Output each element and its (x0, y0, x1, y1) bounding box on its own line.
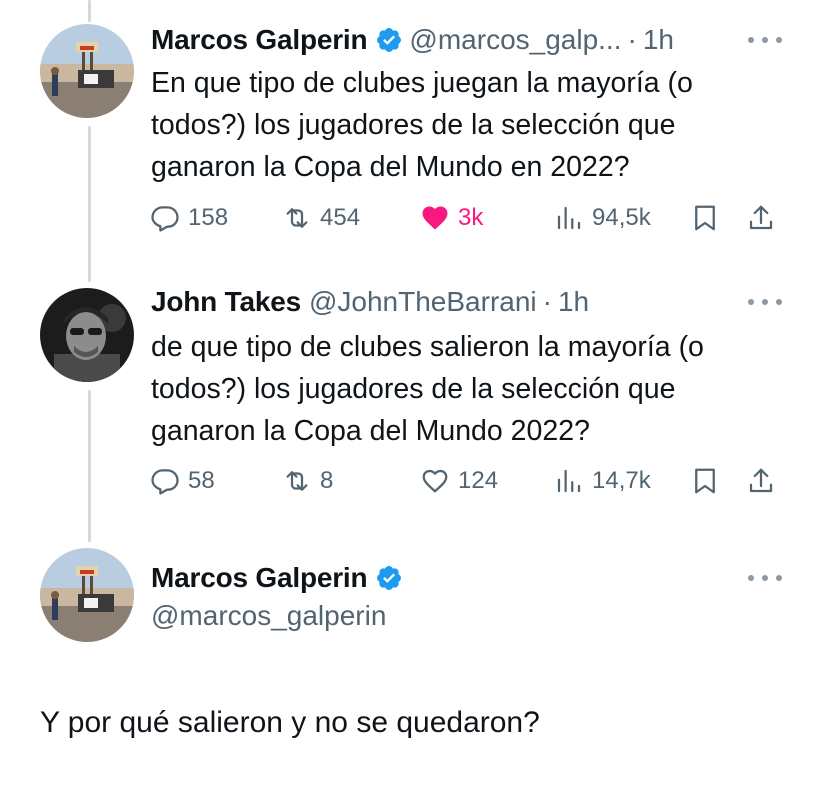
thread-line-1 (88, 126, 91, 282)
display-name[interactable]: Marcos Galperin (151, 562, 368, 594)
user-handle[interactable]: @marcos_galp... (409, 24, 621, 56)
reply-count: 58 (188, 467, 215, 494)
thread-line-2 (88, 390, 91, 542)
like-button[interactable]: 3k (420, 198, 483, 238)
separator-dot: · (542, 286, 552, 317)
more-icon[interactable] (748, 572, 782, 584)
like-count: 124 (458, 467, 499, 494)
user-handle[interactable]: @JohnTheBarrani (309, 286, 537, 318)
tweet-actions: 58 8 124 14,7k (150, 461, 790, 501)
retweet-count: 8 (320, 467, 334, 494)
display-name[interactable]: Marcos Galperin (151, 24, 368, 56)
more-icon[interactable] (748, 34, 782, 46)
reply-icon (151, 206, 179, 232)
share-button[interactable] (746, 461, 784, 501)
reply-icon (151, 469, 179, 495)
retweet-button[interactable]: 8 (282, 461, 333, 501)
tweet-header: John Takes @JohnTheBarrani · 1h (151, 284, 589, 320)
timestamp[interactable]: 1h (643, 24, 674, 56)
bookmark-icon (695, 205, 715, 231)
bookmark-button[interactable] (690, 461, 728, 501)
like-count: 3k (458, 204, 484, 231)
separator-dot: · (627, 24, 637, 55)
more-icon[interactable] (748, 296, 782, 308)
verified-icon (375, 564, 403, 592)
reply-count: 158 (188, 204, 229, 231)
retweet-icon (286, 471, 308, 491)
tweet-header: Marcos Galperin @marcos_galp... · 1h (151, 22, 674, 58)
like-button[interactable]: 124 (420, 461, 498, 501)
reply-button[interactable]: 58 (150, 461, 215, 501)
views-icon (557, 206, 581, 230)
avatar[interactable] (40, 548, 134, 642)
display-name[interactable]: John Takes (151, 286, 301, 318)
views-button[interactable]: 14,7k (554, 461, 651, 501)
tweet-actions: 158 454 3k 94,5k (150, 198, 790, 238)
retweet-button[interactable]: 454 (282, 198, 360, 238)
bookmark-button[interactable] (690, 198, 728, 238)
avatar[interactable] (40, 288, 134, 382)
tweet-text: Y por qué salieron y no se quedaron? (40, 706, 540, 739)
share-icon (749, 468, 773, 493)
retweet-icon (286, 208, 308, 228)
tweet-text: de que tipo de clubes salieron la mayorí… (151, 331, 704, 447)
views-button[interactable]: 94,5k (554, 198, 651, 238)
reply-button[interactable]: 158 (150, 198, 228, 238)
thread-line-top (88, 0, 91, 22)
share-icon (749, 205, 773, 230)
views-icon (557, 469, 581, 493)
timestamp[interactable]: 1h (558, 286, 589, 318)
bookmark-icon (695, 468, 715, 494)
views-count: 14,7k (592, 467, 651, 494)
views-count: 94,5k (592, 204, 651, 231)
like-icon (422, 206, 448, 230)
like-icon (422, 469, 448, 493)
tweet-text: En que tipo de clubes juegan la mayoría … (151, 67, 693, 183)
share-button[interactable] (746, 198, 784, 238)
avatar[interactable] (40, 24, 134, 118)
detail-header: Marcos Galperin (151, 560, 409, 596)
verified-icon (375, 26, 403, 54)
retweet-count: 454 (320, 204, 361, 231)
user-handle[interactable]: @marcos_galperin (151, 600, 386, 632)
